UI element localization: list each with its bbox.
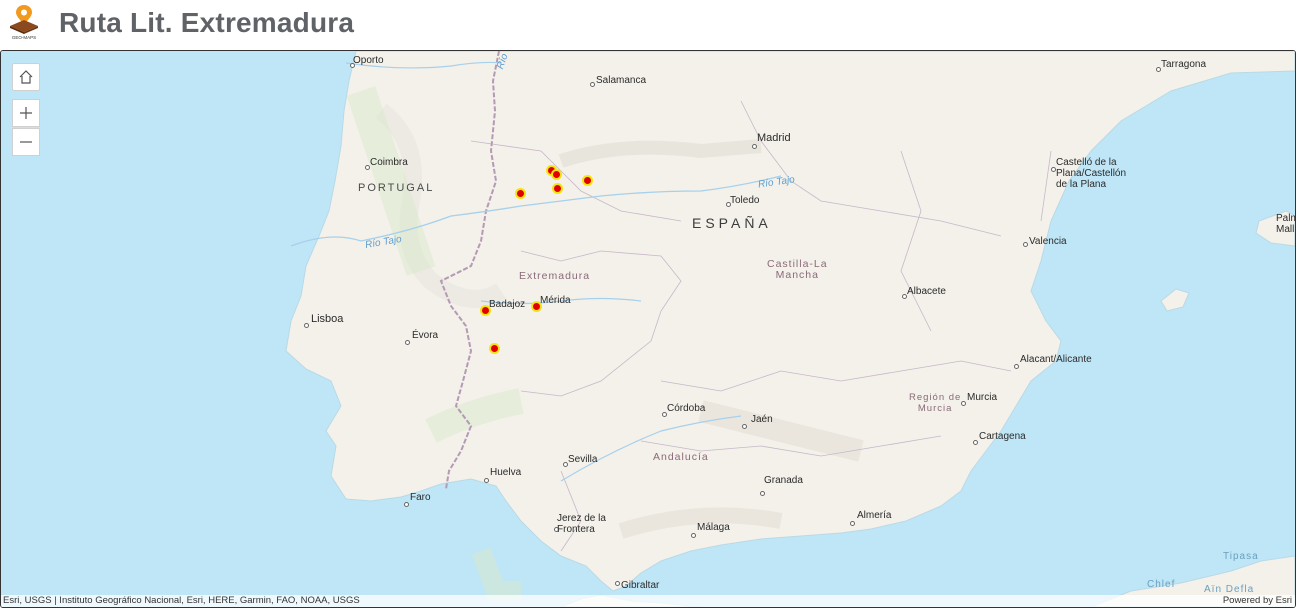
city-dot-gibraltar: [615, 581, 620, 586]
zoom-out-button[interactable]: [12, 128, 40, 156]
city-dot-cartagena: [973, 440, 978, 445]
city-label-tipasa: Tipasa: [1223, 551, 1259, 562]
city-dot-alacant: [1014, 364, 1019, 369]
region-label-murcia: Región de Murcia: [909, 392, 962, 414]
city-dot-lisboa: [304, 323, 309, 328]
city-label-oporto: Oporto: [353, 55, 384, 66]
city-label-chlef: Chlef: [1147, 579, 1176, 590]
city-dot-valencia: [1023, 242, 1028, 247]
region-label-castilla: Castilla-La Mancha: [767, 258, 828, 281]
city-dot-murcia: [961, 401, 966, 406]
city-label-salamanca: Salamanca: [596, 75, 647, 86]
city-label-cartagena: Cartagena: [979, 431, 1026, 442]
route-point[interactable]: [552, 183, 563, 194]
city-dot-almeria: [850, 521, 855, 526]
city-label-tarragona: Tarragona: [1161, 59, 1207, 70]
city-dot-madrid: [752, 144, 757, 149]
app-header: GEO-MAPS Ruta Lit. Extremadura: [0, 0, 1296, 50]
city-label-albacete: Albacete: [907, 286, 946, 297]
map-view[interactable]: PORTUGAL ESPAÑA Extremadura Castilla-La …: [0, 50, 1296, 608]
page-title: Ruta Lit. Extremadura: [59, 7, 355, 38]
basemap[interactable]: [1, 51, 1295, 607]
route-point[interactable]: [489, 343, 500, 354]
city-label-toledo: Toledo: [730, 195, 760, 206]
city-label-palma: Palm Mall: [1276, 213, 1295, 235]
route-point[interactable]: [515, 188, 526, 199]
city-label-aindefla: Aïn Defla: [1204, 584, 1255, 595]
powered-by-esri[interactable]: Powered by Esri: [1223, 595, 1292, 606]
city-label-alacant: Alacant/Alicante: [1020, 354, 1092, 365]
city-dot-evora: [405, 340, 410, 345]
region-label-andalucia: Andalucía: [653, 451, 709, 463]
country-label-espana: ESPAÑA: [692, 215, 772, 231]
city-label-cordoba: Córdoba: [667, 403, 706, 414]
region-label-extremadura: Extremadura: [519, 270, 591, 282]
city-label-valencia: Valencia: [1029, 236, 1067, 247]
city-label-almeria: Almería: [857, 510, 892, 521]
city-label-jerez: Jerez de la Frontera: [557, 513, 606, 535]
route-point[interactable]: [480, 305, 491, 316]
city-label-evora: Évora: [412, 330, 439, 341]
attribution-text: Esri, USGS | Instituto Geográfico Nacion…: [3, 595, 360, 606]
city-dot-malaga: [691, 533, 696, 538]
city-label-merida: Mérida: [540, 295, 571, 306]
city-dot-faro: [404, 502, 409, 507]
city-dot-granada: [760, 491, 765, 496]
city-label-castello: Castelló de la Plana/Castellón de la Pla…: [1056, 157, 1127, 190]
city-label-madrid: Madrid: [757, 132, 791, 144]
city-dot-salamanca: [590, 82, 595, 87]
country-label-portugal: PORTUGAL: [358, 182, 435, 194]
city-dot-jaen: [742, 424, 747, 429]
minus-icon: [20, 141, 32, 143]
zoom-in-button[interactable]: [12, 99, 40, 127]
geo-maps-logo: GEO-MAPS: [8, 4, 40, 40]
home-icon: [19, 70, 33, 84]
city-label-faro: Faro: [410, 492, 431, 503]
logo-text: GEO-MAPS: [12, 35, 36, 40]
city-label-lisboa: Lisboa: [311, 313, 344, 325]
city-dot-huelva: [484, 478, 489, 483]
city-label-coimbra: Coimbra: [370, 157, 408, 168]
route-point[interactable]: [582, 175, 593, 186]
city-label-badajoz: Badajoz: [489, 299, 526, 310]
attribution-bar: Esri, USGS | Instituto Geográfico Nacion…: [1, 595, 1295, 607]
city-label-malaga: Málaga: [697, 522, 730, 533]
route-point[interactable]: [531, 301, 542, 312]
home-button[interactable]: [12, 63, 40, 91]
city-label-gibraltar: Gibraltar: [621, 580, 660, 591]
city-label-murcia-city: Murcia: [967, 392, 998, 403]
plus-icon: [20, 107, 32, 119]
city-label-granada: Granada: [764, 475, 803, 486]
city-label-sevilla: Sevilla: [568, 454, 598, 465]
city-label-jaen: Jaén: [751, 414, 773, 425]
city-label-huelva: Huelva: [490, 467, 522, 478]
route-point[interactable]: [551, 169, 562, 180]
